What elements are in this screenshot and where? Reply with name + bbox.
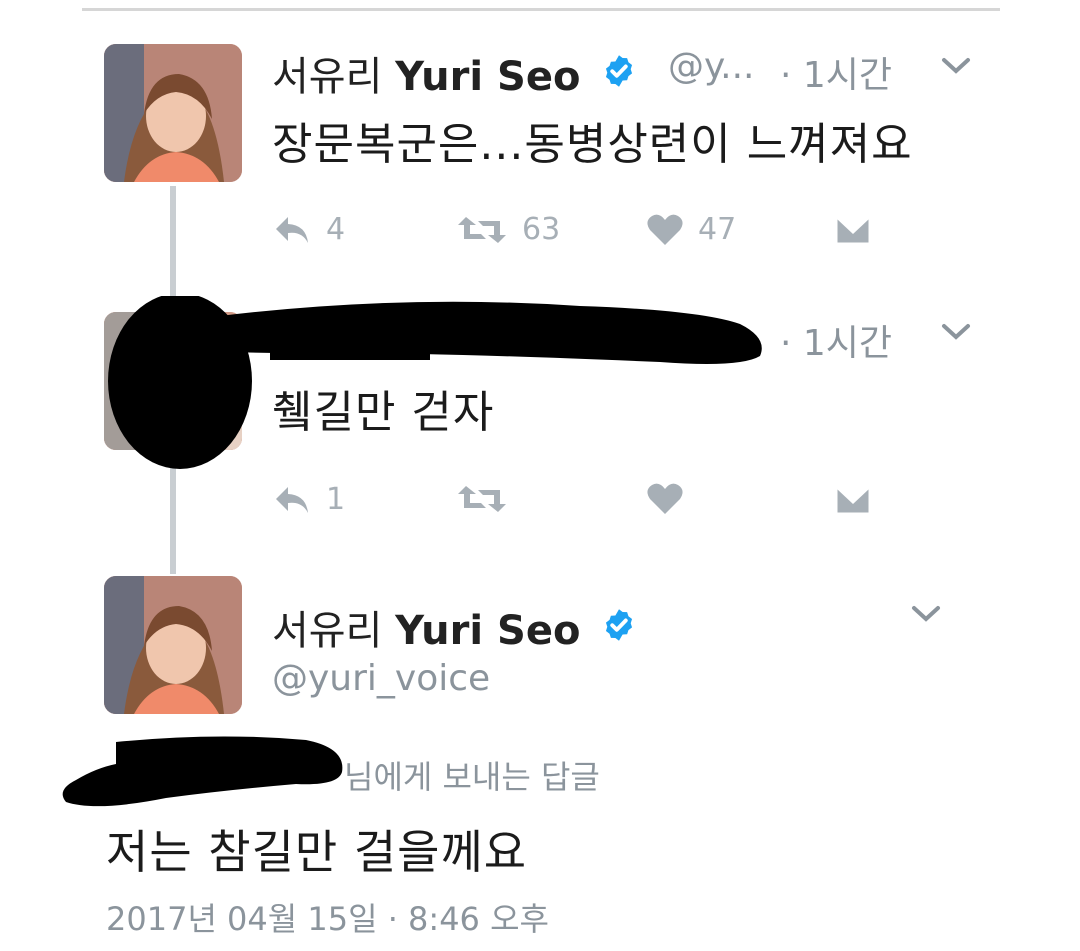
retweet-icon	[458, 486, 506, 512]
like-count: 47	[698, 212, 737, 247]
tweet-text: 췤길만 걷자	[272, 387, 495, 438]
heart-icon	[647, 483, 683, 514]
retweet-button[interactable]: 63	[456, 212, 560, 247]
tweet-time[interactable]: · 1시간	[780, 314, 892, 366]
chevron-down-icon[interactable]	[940, 56, 972, 80]
chevron-down-icon[interactable]	[940, 322, 972, 346]
tweet-time[interactable]: · 1시간	[780, 46, 892, 98]
reply-count: 1	[326, 482, 346, 517]
reply-button[interactable]: 1	[272, 482, 345, 517]
author-handle[interactable]: @yuri_voice	[272, 658, 490, 699]
author-name[interactable]: 서유리 Yuri Seo	[272, 598, 637, 656]
reply-icon	[276, 216, 308, 243]
top-divider	[82, 8, 1000, 11]
author-name-english: Yuri Seo	[395, 54, 581, 100]
author-name[interactable]: 서유리 Yuri Seo	[272, 44, 637, 102]
verified-badge-icon	[601, 53, 637, 99]
direct-message-icon	[834, 484, 872, 516]
retweet-count: 63	[522, 212, 561, 247]
retweet-icon	[458, 216, 506, 243]
chevron-down-icon[interactable]	[910, 604, 942, 628]
tweet-text: 장문복군은...동병상련이 느껴져요	[272, 119, 913, 170]
like-button[interactable]: 47	[646, 212, 736, 247]
avatar[interactable]	[104, 576, 242, 714]
author-name-korean: 서유리	[272, 54, 383, 100]
thread-connector-line	[170, 186, 176, 306]
tweet-timestamp: 2017년 04월 15일 · 8:46 오후	[106, 900, 549, 938]
avatar[interactable]	[104, 44, 242, 182]
direct-message-button[interactable]	[834, 484, 872, 516]
direct-message-icon	[834, 214, 872, 246]
reply-to-label[interactable]: 님에게 보내는 답글	[344, 752, 600, 798]
like-button[interactable]	[646, 482, 684, 516]
author-name-korean: 서유리	[272, 608, 383, 654]
author-handle[interactable]: @y...	[668, 46, 755, 87]
heart-icon	[647, 214, 683, 245]
retweet-button[interactable]	[456, 482, 508, 516]
tweet-text: 저는 참길만 걸을께요	[106, 825, 528, 879]
direct-message-button[interactable]	[834, 214, 872, 246]
verified-badge-icon	[601, 607, 637, 653]
reply-button[interactable]: 4	[272, 212, 345, 247]
redaction-mark	[62, 736, 343, 807]
author-name-english: Yuri Seo	[395, 608, 581, 654]
reply-count: 4	[326, 212, 346, 247]
reply-icon	[276, 486, 308, 513]
